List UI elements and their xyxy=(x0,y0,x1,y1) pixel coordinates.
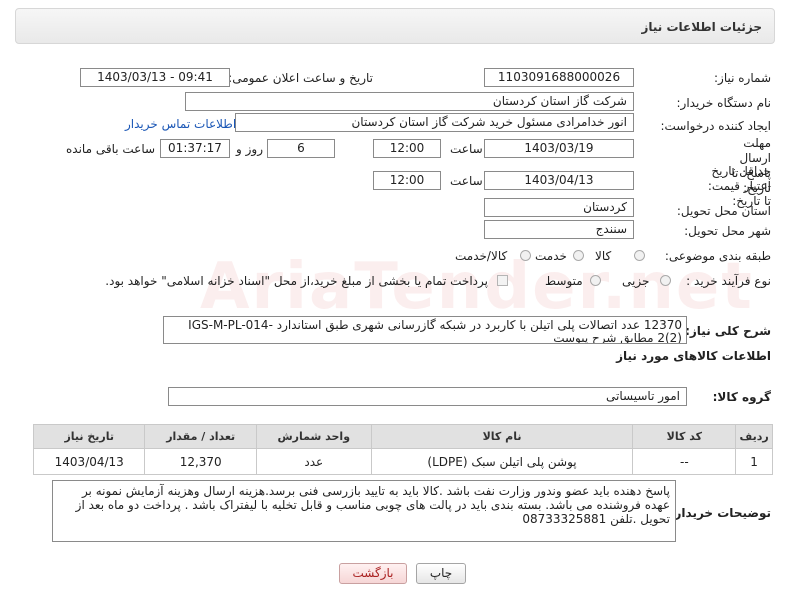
cell-unit: عدد xyxy=(255,448,372,475)
goods-table: ردیف کد کالا نام کالا واحد شمارش تعداد /… xyxy=(32,424,773,475)
cell-qty: 12,370 xyxy=(144,448,257,475)
province-label: استان محل تحویل: xyxy=(676,204,771,218)
deadline-date-field: 1403/03/19 xyxy=(484,139,634,158)
print-button[interactable]: چاپ xyxy=(416,563,466,584)
city-field: سنندج xyxy=(484,220,634,239)
deadline-time-label: ساعت xyxy=(450,142,483,156)
page-title: جزئیات اطلاعات نیاز xyxy=(641,20,762,34)
cell-date: 1403/04/13 xyxy=(32,448,146,475)
cell-name: پوشن پلی اتیلن سبک (LDPE) xyxy=(370,448,634,475)
cell-code: -- xyxy=(632,448,737,475)
need-number-label: شماره نیاز: xyxy=(714,71,771,85)
province-field: کردستان xyxy=(484,198,634,217)
treasury-payment-note: پرداخت تمام یا بخشی از مبلغ خرید،از محل … xyxy=(105,274,488,288)
purchase-option-medium: متوسط xyxy=(545,274,583,288)
purchase-radio-minor[interactable] xyxy=(660,275,671,286)
col-qty: تعداد / مقدار xyxy=(144,424,257,449)
goods-table-header: ردیف کد کالا نام کالا واحد شمارش تعداد /… xyxy=(32,424,773,449)
goods-group-field: امور تاسیساتی xyxy=(168,387,687,406)
deadline-time-field: 12:00 xyxy=(373,139,441,158)
col-row: ردیف xyxy=(735,424,773,449)
buyer-org-label: نام دستگاه خریدار: xyxy=(676,96,772,110)
validity-time-field: 12:00 xyxy=(373,171,441,190)
description-textarea[interactable]: 12370 عدد اتصالات پلی اتیلن با کاربرد در… xyxy=(163,316,687,344)
cell-row: 1 xyxy=(735,448,773,475)
col-name: نام کالا xyxy=(370,424,634,449)
announce-label: تاریخ و ساعت اعلان عمومی: xyxy=(228,71,373,85)
treasury-payment-checkbox[interactable] xyxy=(497,275,508,286)
buyer-org-field: شرکت گاز استان کردستان xyxy=(185,92,634,111)
days-field: 6 xyxy=(267,139,335,158)
remaining-time-field: 01:37:17 xyxy=(160,139,230,158)
remaining-label: ساعت باقی مانده xyxy=(66,142,156,156)
buyer-contact-link[interactable]: اطلاعات تماس خریدار xyxy=(125,117,236,131)
description-label: شرح کلی نیاز: xyxy=(685,324,771,338)
goods-section-title: اطلاعات کالاهای مورد نیاز xyxy=(616,349,771,363)
creator-field: انور خدامرادی مسئول خرید شرکت گاز استان … xyxy=(235,113,634,132)
back-button[interactable]: بازگشت xyxy=(339,563,407,584)
buyer-notes-label: توضیحات خریدار: xyxy=(669,506,771,520)
header-panel: جزئیات اطلاعات نیاز xyxy=(15,8,775,44)
category-label: طبقه بندی موضوعی: xyxy=(664,249,771,263)
announce-field: 1403/03/13 - 09:41 xyxy=(80,68,230,87)
category-radio-goods[interactable] xyxy=(634,250,645,261)
creator-label: ایجاد کننده درخواست: xyxy=(660,119,771,133)
purchase-option-minor: جزیی xyxy=(622,274,650,288)
col-code: کد کالا xyxy=(632,424,737,449)
category-option-goods: کالا xyxy=(595,249,612,263)
col-date: تاریخ نیاز xyxy=(32,424,146,449)
need-number-field: 1103091688000026 xyxy=(484,68,634,87)
city-label: شهر محل تحویل: xyxy=(684,224,771,238)
validity-label: حداقل تاریخ اعتبار قیمت: تا تاریخ: xyxy=(707,164,771,208)
purchase-radio-medium[interactable] xyxy=(590,275,601,286)
col-unit: واحد شمارش xyxy=(255,424,372,449)
category-option-service: خدمت xyxy=(535,249,567,263)
buyer-notes-textarea[interactable]: پاسخ دهنده باید عضو وندور وزارت نفت باشد… xyxy=(52,480,676,542)
category-radio-goods-service[interactable] xyxy=(520,250,531,261)
goods-group-label: گروه کالا: xyxy=(712,390,771,404)
category-option-goods-service: کالا/خدمت xyxy=(455,249,508,263)
table-row[interactable]: 1 -- پوشن پلی اتیلن سبک (LDPE) عدد 12,37… xyxy=(32,448,773,475)
category-radio-service[interactable] xyxy=(573,250,584,261)
validity-date-field: 1403/04/13 xyxy=(484,171,634,190)
purchase-type-label: نوع فرآیند خرید : xyxy=(686,274,771,288)
days-label: روز و xyxy=(236,142,263,156)
validity-time-label: ساعت xyxy=(450,174,483,188)
